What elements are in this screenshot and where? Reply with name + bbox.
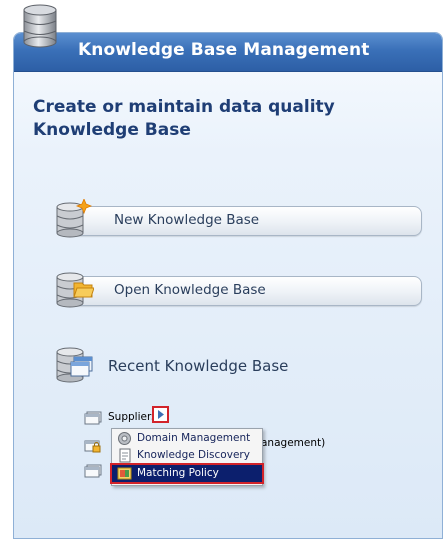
kb-context-menu: Domain Management Knowledge Discovery Ma…	[110, 428, 264, 486]
new-knowledge-base-label: New Knowledge Base	[114, 212, 260, 228]
recent-knowledge-base-label: Recent Knowledge Base	[108, 357, 289, 375]
kb-management-logo-icon	[22, 4, 58, 48]
panel-header: Knowledge Base Management	[14, 33, 442, 72]
gear-icon	[117, 431, 132, 446]
menu-item-label: Knowledge Discovery	[137, 449, 250, 461]
locked-kb-icon	[84, 438, 102, 453]
panel-title: Knowledge Base Management	[78, 40, 370, 60]
document-icon	[117, 448, 132, 463]
new-knowledge-base-icon	[54, 197, 94, 241]
recent-knowledge-base-icon	[54, 344, 94, 386]
kb-window-icon	[84, 410, 102, 425]
open-knowledge-base-icon	[54, 269, 95, 311]
page-subtitle: Create or maintain data quality Knowledg…	[33, 97, 335, 140]
arrow-right-icon	[158, 410, 164, 419]
recent-kb-item-2[interactable]: anagement)	[261, 437, 325, 449]
matching-policy-icon	[117, 466, 132, 481]
kb-window-icon	[84, 463, 102, 478]
menu-item-domain-management[interactable]: Domain Management	[112, 430, 262, 447]
menu-item-label: Domain Management	[137, 432, 251, 444]
menu-item-knowledge-discovery[interactable]: Knowledge Discovery	[112, 447, 262, 464]
menu-item-matching-policy[interactable]: Matching Policy	[110, 463, 264, 484]
kb-actions-arrow-button[interactable]	[152, 406, 169, 423]
recent-kb-suppliers[interactable]: Suppliers	[108, 411, 157, 423]
menu-item-label: Matching Policy	[137, 467, 219, 479]
open-knowledge-base-label: Open Knowledge Base	[114, 282, 266, 298]
